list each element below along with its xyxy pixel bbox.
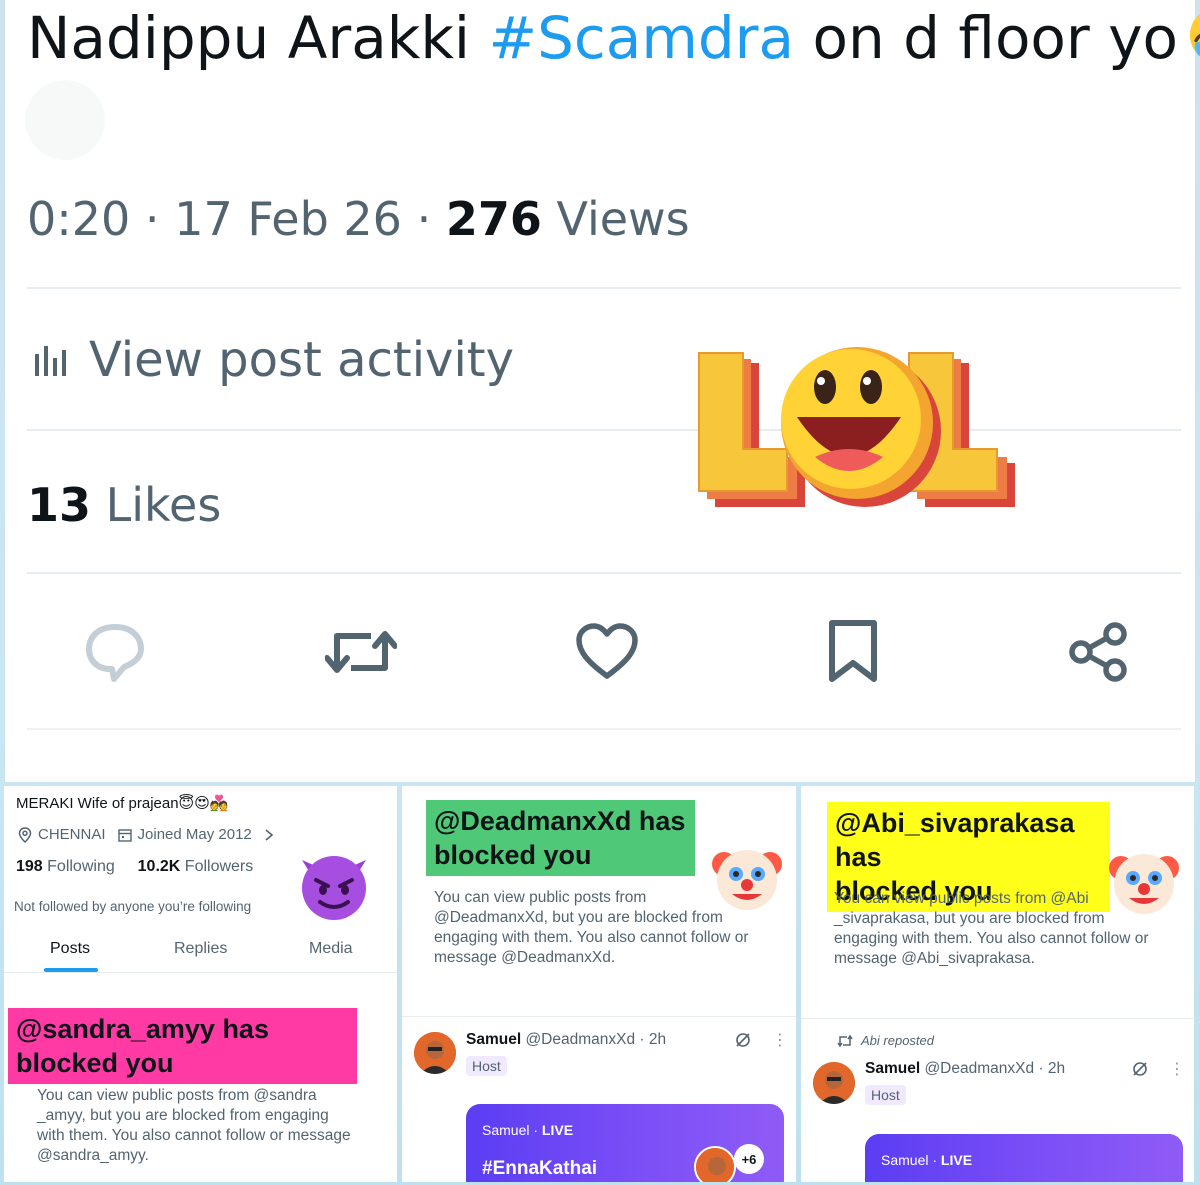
bookmark-icon [829, 620, 877, 682]
not-followed-note: Not followed by anyone you’re following [14, 899, 252, 914]
profile-location: CHENNAI [38, 826, 106, 843]
avatar-placeholder [25, 80, 105, 160]
blocked-title: @DeadmanxXd has blocked you [426, 800, 695, 876]
profile-tabs: Posts Replies Media [4, 936, 397, 974]
divider [402, 1016, 796, 1017]
reposted-indicator: Abi reposted [837, 1033, 934, 1048]
blocked-title: @sandra_amyy has blocked you [8, 1008, 357, 1084]
view-post-activity-link[interactable]: View post activity [31, 332, 514, 388]
avatar[interactable] [813, 1062, 855, 1104]
author-name[interactable]: Samuel [865, 1060, 920, 1077]
following-link[interactable]: 198 Following [16, 858, 115, 875]
listener-count-badge: +6 [734, 1144, 764, 1174]
share-button[interactable] [1059, 612, 1139, 692]
reply-button[interactable] [75, 612, 155, 692]
profile-bio: MERAKI Wife of prajean😇😍💑 [16, 795, 229, 812]
person-avatar-icon [414, 1032, 456, 1074]
chevron-right-icon[interactable] [264, 828, 274, 842]
more-options-icon[interactable]: ⋮ [1169, 1059, 1185, 1079]
profile-panel-abi: @Abi_sivaprakasa has blocked you You can… [801, 786, 1194, 1182]
post-detail-panel: Nadippu Arakki #Scamdra on d floor yo 0:… [5, 0, 1200, 782]
author-name[interactable]: Samuel [466, 1031, 521, 1048]
location-pin-icon [18, 826, 32, 843]
person-avatar-icon [696, 1148, 734, 1182]
profile-meta-row: CHENNAI Joined May 2012 [18, 826, 274, 843]
live-label: Samuel · LIVE [881, 1152, 973, 1168]
live-space-card[interactable]: Samuel · LIVE [865, 1134, 1183, 1182]
post-text: Nadippu Arakki #Scamdra on d floor yo [27, 4, 1200, 71]
more-options-icon[interactable]: ⋮ [772, 1030, 788, 1050]
live-label: Samuel · LIVE [482, 1122, 574, 1138]
like-icon [576, 623, 638, 679]
followers-link[interactable]: 10.2K Followers [138, 858, 254, 875]
calendar-icon [117, 828, 132, 842]
repost-button[interactable] [321, 612, 401, 692]
post-action-bar [75, 612, 1150, 692]
divider [27, 287, 1181, 289]
share-icon [1069, 622, 1127, 682]
spaces-icon[interactable] [1131, 1060, 1149, 1078]
hashtag-link[interactable]: #Scamdra [488, 4, 794, 72]
post-date-link[interactable]: 17 Feb 26 [174, 192, 402, 246]
avatar[interactable] [414, 1032, 456, 1074]
follow-stats: 198 Following 10.2K Followers [16, 858, 253, 876]
post-meta: 0:20 · 17 Feb 26 · 276 Views [27, 192, 690, 246]
divider [27, 728, 1181, 730]
post-header: Samuel @DeadmanxXd · 2h [865, 1060, 1066, 1077]
views-count: 276 [445, 192, 542, 246]
profile-panel-deadman: @DeadmanxXd has blocked you You can view… [402, 786, 796, 1182]
live-space-title: #EnnaKathai [482, 1158, 598, 1179]
post-header: Samuel @DeadmanxXd · 2h [466, 1031, 667, 1048]
host-avatar [694, 1146, 736, 1182]
likes-link[interactable]: 13 Likes [27, 478, 221, 532]
blocked-description: You can view public posts from @Deadmanx… [434, 889, 749, 966]
repost-icon [837, 1034, 853, 1047]
tab-posts[interactable]: Posts [50, 940, 90, 958]
host-badge: Host [466, 1056, 507, 1076]
smiling-devil-emoji-icon [302, 856, 366, 920]
rofl-emoji-icon [1189, 7, 1200, 63]
lol-sticker [698, 347, 1015, 507]
spaces-icon[interactable] [734, 1031, 752, 1049]
divider [27, 572, 1181, 574]
analytics-icon [35, 346, 66, 376]
blocked-description: You can view public posts from @Abi _siv… [834, 890, 1149, 967]
like-button[interactable] [567, 612, 647, 692]
live-space-card[interactable]: Samuel · LIVE #EnnaKathai +6 [466, 1104, 784, 1182]
host-badge: Host [865, 1085, 906, 1105]
reply-icon [86, 624, 144, 682]
tab-replies[interactable]: Replies [174, 940, 227, 958]
profile-panel-sandra: MERAKI Wife of prajean😇😍💑 CHENNAI Joined… [4, 786, 397, 1182]
tab-media[interactable]: Media [309, 940, 353, 958]
divider [4, 972, 397, 973]
person-avatar-icon [813, 1062, 855, 1104]
profile-joined-date: Joined May 2012 [137, 826, 252, 843]
divider [801, 1018, 1194, 1019]
repost-icon [325, 631, 397, 673]
bookmark-button[interactable] [813, 612, 893, 692]
blocked-description: You can view public posts from @sandra _… [37, 1087, 351, 1164]
